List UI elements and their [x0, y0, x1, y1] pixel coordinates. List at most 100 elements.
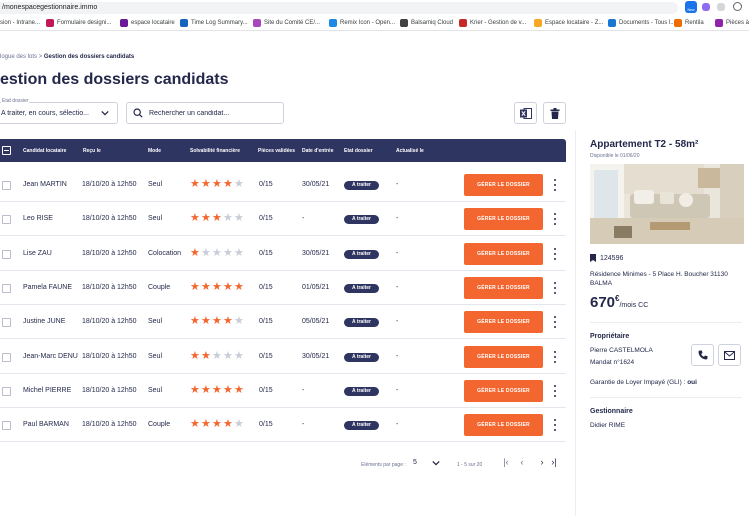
extension-icon-4[interactable]: [733, 2, 742, 11]
manage-file-button[interactable]: GÉRER LE DOSSIER: [464, 208, 543, 231]
candidate-name[interactable]: Leo RISE: [23, 215, 53, 222]
star-filled-icon: ★: [201, 212, 211, 225]
bookmark-favicon-icon: [180, 19, 188, 27]
bookmark-item[interactable]: Remix Icon - Open...: [329, 18, 395, 28]
gli-value: oui: [687, 379, 697, 386]
address-bar[interactable]: /monespacegestionnaire.immo: [0, 2, 678, 14]
last-page-icon[interactable]: ›|: [549, 456, 559, 468]
bookmark-item[interactable]: Site du Comité CE/...: [253, 18, 320, 28]
status-filter-select[interactable]: Etat dossier A traiter, en cours, sélect…: [0, 98, 118, 124]
candidate-name[interactable]: Jean MARTIN: [23, 181, 67, 188]
candidate-name[interactable]: Lise ZAU: [23, 250, 52, 257]
pieces-validated: 0/15: [259, 249, 273, 257]
first-page-icon[interactable]: |‹: [501, 456, 511, 468]
star-filled-icon: ★: [212, 383, 222, 396]
phone-icon: [698, 350, 707, 360]
solvency-rating: ★ ★ ★ ★ ★: [190, 419, 245, 430]
bookmark-item[interactable]: Espace locataire - Z...: [534, 18, 603, 28]
candidate-name[interactable]: Michel PIERRE: [23, 387, 71, 394]
call-owner-button[interactable]: [691, 344, 714, 366]
extension-icon-3[interactable]: [717, 3, 725, 11]
star-empty-icon: ★: [223, 349, 233, 362]
star-filled-icon: ★: [234, 383, 244, 396]
star-empty-icon: ★: [234, 315, 244, 328]
bookmark-label: Formulaire designi...: [57, 20, 112, 26]
row-checkbox[interactable]: [2, 318, 11, 328]
entry-date: 01/05/21: [302, 283, 330, 291]
more-options-icon[interactable]: [552, 350, 558, 364]
more-options-icon[interactable]: [552, 315, 558, 329]
manage-file-button[interactable]: GÉRER LE DOSSIER: [464, 311, 543, 334]
bookmark-label: Site du Comité CE/...: [264, 20, 321, 26]
more-options-icon[interactable]: [552, 384, 558, 398]
candidate-name[interactable]: Jean-Marc DENU: [23, 353, 78, 360]
manage-file-button[interactable]: GÉRER LE DOSSIER: [464, 379, 543, 402]
status-badge: A traiter: [344, 352, 379, 362]
search-field[interactable]: [126, 102, 284, 124]
table-row: Justine JUNE 18/10/20 à 12h50 Seul ★ ★ ★ ★ ★ 0/1…: [0, 305, 566, 340]
candidate-name[interactable]: Paul BARMAN: [23, 421, 69, 428]
breadcrumb-current: Gestion des dossiers candidats: [43, 54, 135, 60]
more-options-icon[interactable]: [552, 281, 558, 295]
manage-file-button[interactable]: GÉRER LE DOSSIER: [464, 242, 543, 265]
header-candidat[interactable]: Candidat locataire: [23, 148, 66, 154]
row-checkbox[interactable]: [2, 249, 11, 259]
more-options-icon[interactable]: [552, 247, 558, 261]
candidate-name[interactable]: Justine JUNE: [23, 318, 65, 325]
candidate-name[interactable]: Pamela FAUNE: [23, 284, 72, 291]
header-pieces[interactable]: Pièces validées: [258, 148, 295, 154]
delete-button[interactable]: [543, 102, 566, 124]
more-options-icon[interactable]: [552, 418, 558, 432]
breadcrumb: logue des lots > Gestion des dossiers ca…: [0, 54, 134, 60]
bookmark-item[interactable]: Balsamiq Cloud: [400, 18, 453, 28]
extension-icon-2[interactable]: [702, 3, 710, 11]
more-options-icon[interactable]: [552, 178, 558, 192]
pieces-validated: 0/15: [259, 318, 273, 326]
page-title: estion des dossiers candidats: [0, 71, 229, 88]
bookmark-item[interactable]: espace locataire: [120, 18, 175, 28]
row-checkbox[interactable]: [2, 283, 11, 293]
bookmark-item[interactable]: Formulaire designi...: [46, 18, 111, 28]
mode: Couple: [148, 283, 171, 291]
manage-file-button[interactable]: GÉRER LE DOSSIER: [464, 174, 543, 196]
bookmark-item[interactable]: sion - Intrane...: [0, 18, 40, 28]
row-checkbox[interactable]: [2, 215, 11, 225]
header-solvabilite[interactable]: Solvabilité financière: [190, 148, 240, 154]
select-all-checkbox[interactable]: [2, 146, 11, 155]
mode: Seul: [148, 181, 163, 188]
more-options-icon[interactable]: [552, 212, 558, 226]
star-filled-icon: ★: [201, 349, 211, 362]
star-filled-icon: ★: [201, 280, 211, 293]
manage-file-button[interactable]: GÉRER LE DOSSIER: [464, 276, 543, 299]
bookmark-item[interactable]: Time Log Summary...: [180, 18, 248, 28]
row-checkbox[interactable]: [2, 386, 11, 396]
header-mode[interactable]: Mode: [148, 148, 161, 154]
row-checkbox[interactable]: [2, 181, 11, 190]
row-checkbox[interactable]: [2, 352, 11, 362]
bookmark-item[interactable]: Documents - Tous l...: [608, 18, 675, 28]
breadcrumb-parent-link[interactable]: logue des lots: [0, 54, 37, 60]
row-checkbox[interactable]: [2, 421, 11, 431]
extension-new-icon[interactable]: New: [685, 1, 697, 13]
per-page-select[interactable]: 5: [410, 456, 442, 469]
mode: Seul: [148, 386, 163, 394]
header-etat[interactable]: Etat dossier: [344, 148, 373, 154]
manage-file-button[interactable]: GÉRER LE DOSSIER: [464, 414, 543, 437]
bookmark-item[interactable]: Krier - Gestion de v...: [459, 18, 526, 28]
property-address: Résidence Minimes - 5 Place H. Boucher 3…: [590, 271, 728, 287]
manage-file-button[interactable]: GÉRER LE DOSSIER: [464, 345, 543, 368]
pieces-validated: 0/15: [259, 215, 273, 223]
header-actualise[interactable]: Actualisé le: [396, 148, 424, 154]
extension-badge: New: [687, 8, 695, 12]
header-recu[interactable]: Reçu le: [83, 148, 101, 154]
previous-page-icon[interactable]: ‹: [517, 456, 527, 468]
bookmark-item[interactable]: Pièces à: [715, 18, 749, 28]
export-excel-button[interactable]: [514, 102, 537, 124]
search-input[interactable]: [149, 107, 279, 120]
entry-date: -: [302, 421, 305, 429]
bookmark-favicon-icon: [400, 19, 408, 27]
header-date-entree[interactable]: Date d'entrée: [302, 148, 333, 154]
email-owner-button[interactable]: [718, 344, 741, 366]
bookmark-item[interactable]: Rentila: [674, 18, 704, 28]
next-page-icon[interactable]: ›: [537, 456, 547, 468]
